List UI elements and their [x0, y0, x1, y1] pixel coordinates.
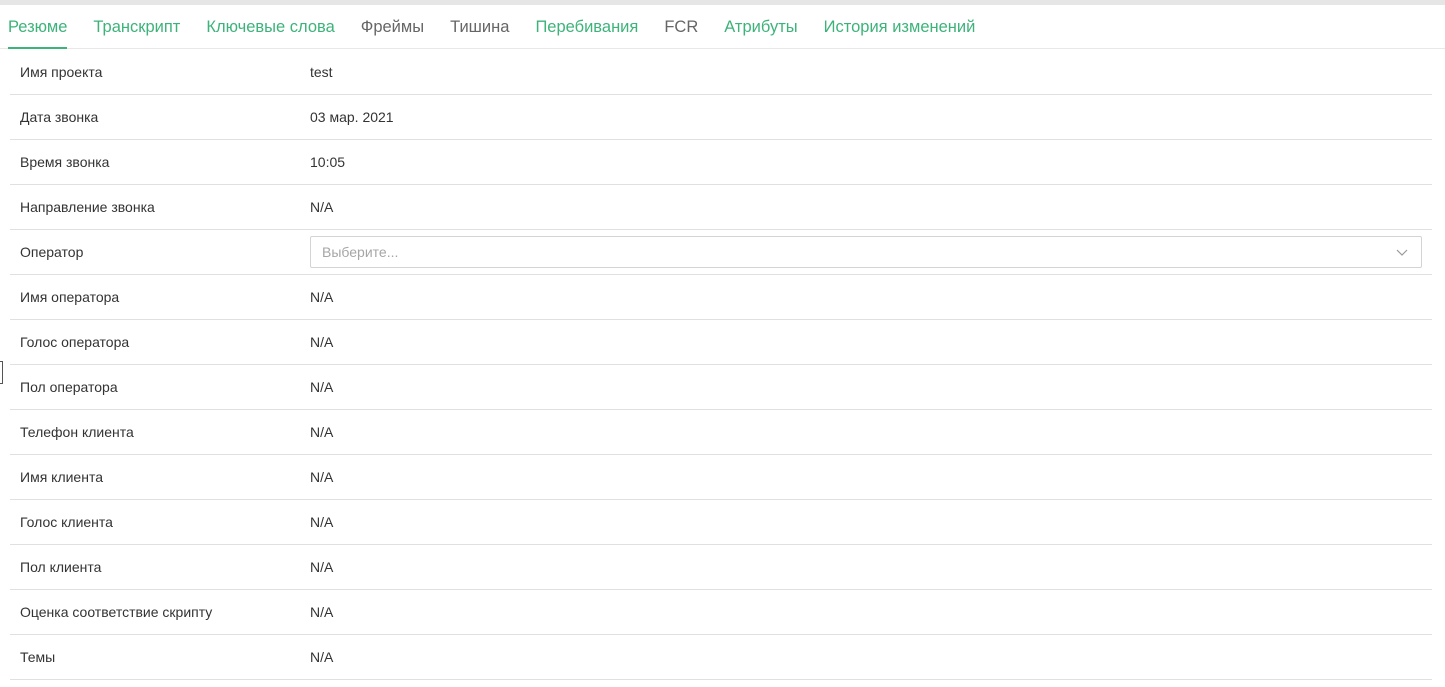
field-label: Имя проекта — [20, 64, 103, 80]
field-row-operator-gender: Пол оператора N/A — [10, 365, 1432, 410]
field-value: N/A — [310, 469, 334, 485]
tab-silence[interactable]: Тишина — [450, 5, 509, 49]
field-label: Дата звонка — [20, 109, 99, 125]
field-value: N/A — [310, 199, 334, 215]
field-row-script-score: Оценка соответствие скрипту N/A — [10, 590, 1432, 635]
field-row-client-gender: Пол клиента N/A — [10, 545, 1432, 590]
field-value: N/A — [310, 559, 334, 575]
field-value: N/A — [310, 649, 334, 665]
field-label: Телефон клиента — [20, 424, 134, 440]
field-value: N/A — [310, 604, 334, 620]
operator-select-cell: Выберите... — [310, 236, 1432, 268]
field-row-call-date: Дата звонка 03 мар. 2021 — [10, 95, 1432, 140]
field-label: Голос клиента — [20, 514, 113, 530]
summary-table: Имя проекта test Дата звонка 03 мар. 202… — [10, 50, 1432, 680]
field-value: N/A — [310, 424, 334, 440]
operator-select-placeholder: Выберите... — [322, 244, 399, 260]
field-label: Направление звонка — [20, 199, 155, 215]
field-label: Время звонка — [20, 154, 110, 170]
field-row-project-name: Имя проекта test — [10, 50, 1432, 95]
edge-marker — [0, 361, 3, 384]
tab-attributes[interactable]: Атрибуты — [724, 5, 797, 49]
field-row-call-direction: Направление звонка N/A — [10, 185, 1432, 230]
field-label: Пол оператора — [20, 379, 118, 395]
field-row-operator: Оператор Выберите... — [10, 230, 1432, 275]
field-value: 03 мар. 2021 — [310, 109, 394, 125]
tab-change-history[interactable]: История изменений — [824, 5, 976, 49]
chevron-down-icon — [1396, 249, 1408, 256]
tab-transcript[interactable]: Транскрипт — [93, 5, 180, 49]
field-label: Темы — [20, 649, 56, 665]
field-label: Имя клиента — [20, 469, 103, 485]
tab-interruptions[interactable]: Перебивания — [535, 5, 638, 49]
field-row-call-time: Время звонка 10:05 — [10, 140, 1432, 185]
operator-select[interactable]: Выберите... — [310, 236, 1422, 268]
field-row-client-name: Имя клиента N/A — [10, 455, 1432, 500]
tab-fcr[interactable]: FCR — [664, 5, 698, 49]
field-value: 10:05 — [310, 154, 346, 170]
tab-frames[interactable]: Фреймы — [361, 5, 424, 49]
tab-bar: Резюме Транскрипт Ключевые слова Фреймы … — [0, 5, 1445, 49]
field-row-client-phone: Телефон клиента N/A — [10, 410, 1432, 455]
field-label: Имя оператора — [20, 289, 120, 305]
field-value: N/A — [310, 289, 334, 305]
call-summary-page: Резюме Транскрипт Ключевые слова Фреймы … — [0, 0, 1445, 687]
field-value: test — [310, 64, 333, 80]
field-value: N/A — [310, 334, 334, 350]
field-row-topics: Темы N/A — [10, 635, 1432, 680]
field-label: Оценка соответствие скрипту — [20, 604, 213, 620]
tab-keywords[interactable]: Ключевые слова — [206, 5, 334, 49]
field-value: N/A — [310, 514, 334, 530]
field-label: Голос оператора — [20, 334, 130, 350]
field-label: Пол клиента — [20, 559, 102, 575]
field-row-operator-voice: Голос оператора N/A — [10, 320, 1432, 365]
field-row-client-voice: Голос клиента N/A — [10, 500, 1432, 545]
field-label: Оператор — [20, 244, 84, 260]
tab-summary[interactable]: Резюме — [8, 5, 68, 49]
field-row-operator-name: Имя оператора N/A — [10, 275, 1432, 320]
field-value: N/A — [310, 379, 334, 395]
